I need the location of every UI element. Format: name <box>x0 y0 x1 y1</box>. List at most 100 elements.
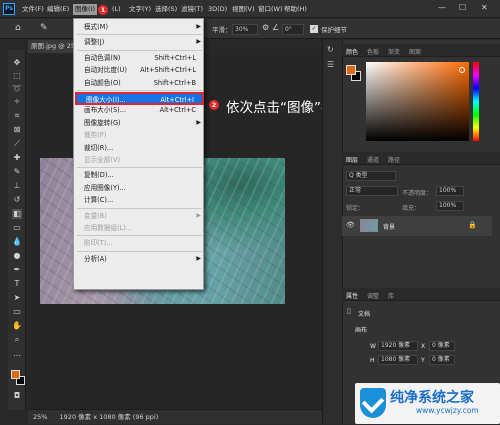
frame-tool-icon[interactable]: ⊠ <box>12 125 22 135</box>
pen-tool-icon[interactable]: ✒ <box>12 265 22 275</box>
properties-document-label: 文档 <box>358 311 371 318</box>
menu-item-label: 模式(M) <box>84 23 109 31</box>
fill-label: 填充： <box>402 205 421 212</box>
hue-slider[interactable] <box>473 62 479 141</box>
zoom-level[interactable]: 25% <box>33 413 47 421</box>
fill-input[interactable]: 100% <box>436 201 464 211</box>
path-select-tool-icon[interactable]: ➤ <box>12 293 22 303</box>
menu-item-label: 自动色调(N) <box>84 53 121 62</box>
quick-mask-icon[interactable]: ◘ <box>12 391 22 401</box>
menu-view[interactable]: 视图(V) <box>232 4 255 15</box>
image-menu-item[interactable]: 计算(C)... <box>75 194 204 207</box>
protect-detail-checkbox[interactable]: ✓ <box>310 25 318 33</box>
image-menu-item[interactable]: 分析(A) ▶ <box>75 253 204 266</box>
layer-filter-input[interactable]: Q 类型 <box>346 171 396 181</box>
brush-icon[interactable]: ✎ <box>12 167 22 177</box>
image-menu-item[interactable]: 自动对比度(U) Alt+Shift+Ctrl+L <box>75 64 204 77</box>
image-menu-item[interactable]: 画布大小(S)... Alt+Ctrl+C <box>75 104 204 117</box>
zoom-tool-icon[interactable]: ⌕ <box>12 335 22 345</box>
image-menu-item[interactable]: 复制(D)... <box>75 169 204 182</box>
image-size-menu-item[interactable]: 图像大小(I)... Alt+Ctrl+I <box>75 92 204 105</box>
watermark-title: 纯净系统之家 <box>390 390 474 406</box>
marquee-tool-icon[interactable]: ⬚ <box>12 71 22 81</box>
canvas-width-input[interactable]: 1920 像素 <box>378 341 418 351</box>
angle-icon: ∠ <box>272 23 280 32</box>
tab-adjustments[interactable]: 调整 <box>367 291 379 300</box>
more-tools-icon[interactable]: … <box>12 349 22 359</box>
image-menu-item[interactable]: 裁切(R)... <box>75 142 204 155</box>
smooth-input[interactable]: 30% <box>232 24 258 35</box>
tab-gradients[interactable]: 渐变 <box>388 47 400 56</box>
color-spectrum-picker[interactable] <box>366 62 469 141</box>
menu-layer[interactable]: (L) <box>112 4 121 15</box>
menu-help[interactable]: 帮助(H) <box>284 4 307 15</box>
menu-separator <box>77 250 202 252</box>
tab-color[interactable]: 颜色 <box>346 47 358 56</box>
history-panel-icon[interactable]: ↻ <box>327 45 334 54</box>
tab-channels[interactable]: 通道 <box>367 155 379 164</box>
angle-input[interactable]: 0° <box>282 24 304 35</box>
canvas-y-input[interactable]: 0 像素 <box>429 355 455 365</box>
type-tool-icon[interactable]: T <box>12 279 22 289</box>
properties-panel-icon[interactable]: ☰ <box>327 60 334 69</box>
canvas-height-input[interactable]: 1080 像素 <box>378 355 418 365</box>
menu-edit[interactable]: 编辑(E) <box>47 4 69 15</box>
image-menu-item[interactable]: 自动色调(N) Shift+Ctrl+L <box>75 52 204 65</box>
menu-type[interactable]: 文字(Y) <box>129 4 151 15</box>
tab-libraries[interactable]: 库 <box>388 291 394 300</box>
y-label: Y <box>421 357 425 364</box>
canvas-x-input[interactable]: 0 像素 <box>429 341 455 351</box>
image-menu-item[interactable]: 调整(J) ▶ <box>75 36 204 49</box>
minimize-button[interactable]: — <box>438 3 446 12</box>
image-menu-item: 显示全部(V) <box>75 154 204 167</box>
eyedropper-tool-icon[interactable]: ⟋ <box>12 139 22 149</box>
width-label: W <box>370 343 376 350</box>
image-menu-item[interactable]: 模式(M) ▶ <box>75 21 204 34</box>
dodge-tool-icon[interactable]: ● <box>12 251 22 261</box>
submenu-arrow-icon: ▶ <box>196 211 201 219</box>
tab-patterns[interactable]: 图案 <box>409 47 421 56</box>
blend-mode-select[interactable]: 正常 <box>346 186 398 196</box>
gear-icon[interactable]: ⚙ <box>262 23 269 32</box>
move-tool-icon[interactable]: ✥ <box>12 58 22 68</box>
gradient-tool-icon[interactable]: ▭ <box>12 223 22 233</box>
image-menu-item[interactable]: 应用图像(Y)... <box>75 182 204 195</box>
blur-tool-icon[interactable]: 💧 <box>12 237 22 247</box>
menu-item-label: 图像旋转(G) <box>84 118 121 127</box>
canvas-section-title[interactable]: 画布 <box>355 325 367 334</box>
brush-tool-icon[interactable]: ✎ <box>40 23 48 33</box>
eraser-tool-icon[interactable]: ◧ <box>12 209 22 219</box>
rectangle-tool-icon[interactable]: ▭ <box>12 307 22 317</box>
color-picker-cursor[interactable] <box>459 67 465 73</box>
hand-tool-icon[interactable]: ✋ <box>12 321 22 331</box>
menu-3d[interactable]: 3D(D) <box>208 4 227 15</box>
history-brush-tool-icon[interactable]: ↺ <box>12 195 22 205</box>
tab-properties[interactable]: 属性 <box>346 291 358 300</box>
lasso-tool-icon[interactable]: ➰ <box>12 84 22 94</box>
menu-window[interactable]: 窗口(W) <box>258 4 283 15</box>
layer-name[interactable]: 背景 <box>383 222 395 231</box>
tab-layers[interactable]: 图层 <box>346 155 358 164</box>
menu-file[interactable]: 文件(F) <box>22 4 44 15</box>
eye-icon[interactable]: 👁 <box>346 221 355 229</box>
tab-swatches[interactable]: 色板 <box>367 47 379 56</box>
crop-tool-icon[interactable]: ⌗ <box>12 111 22 121</box>
maximize-button[interactable]: ☐ <box>459 3 466 12</box>
menu-item-label: 计算(C)... <box>84 196 114 205</box>
clone-stamp-tool-icon[interactable]: ⊥ <box>12 181 22 191</box>
foreground-color-swatch[interactable] <box>11 370 20 379</box>
image-menu-dropdown: 模式(M) ▶ 调整(J) ▶ 自动色调(N) Shift+Ctrl+L 自动对比度(U) A… <box>73 18 204 290</box>
tab-paths[interactable]: 路径 <box>388 155 400 164</box>
image-menu-item[interactable]: 自动颜色(O) Shift+Ctrl+B <box>75 77 204 90</box>
menu-select[interactable]: 选择(S) <box>155 4 177 15</box>
menu-image[interactable]: 图像(I) <box>73 4 97 15</box>
quick-select-tool-icon[interactable]: ✧ <box>12 97 22 107</box>
properties-panel-header <box>342 288 500 301</box>
panel-foreground-swatch[interactable] <box>346 65 356 75</box>
home-icon[interactable]: ⌂ <box>15 23 21 33</box>
menu-filter[interactable]: 滤镜(T) <box>181 4 203 15</box>
close-button[interactable]: ✕ <box>481 3 488 12</box>
opacity-input[interactable]: 100% <box>436 186 464 196</box>
healing-brush-tool-icon[interactable]: ✚ <box>12 153 22 163</box>
image-menu-item[interactable]: 图像旋转(G) ▶ <box>75 117 204 130</box>
